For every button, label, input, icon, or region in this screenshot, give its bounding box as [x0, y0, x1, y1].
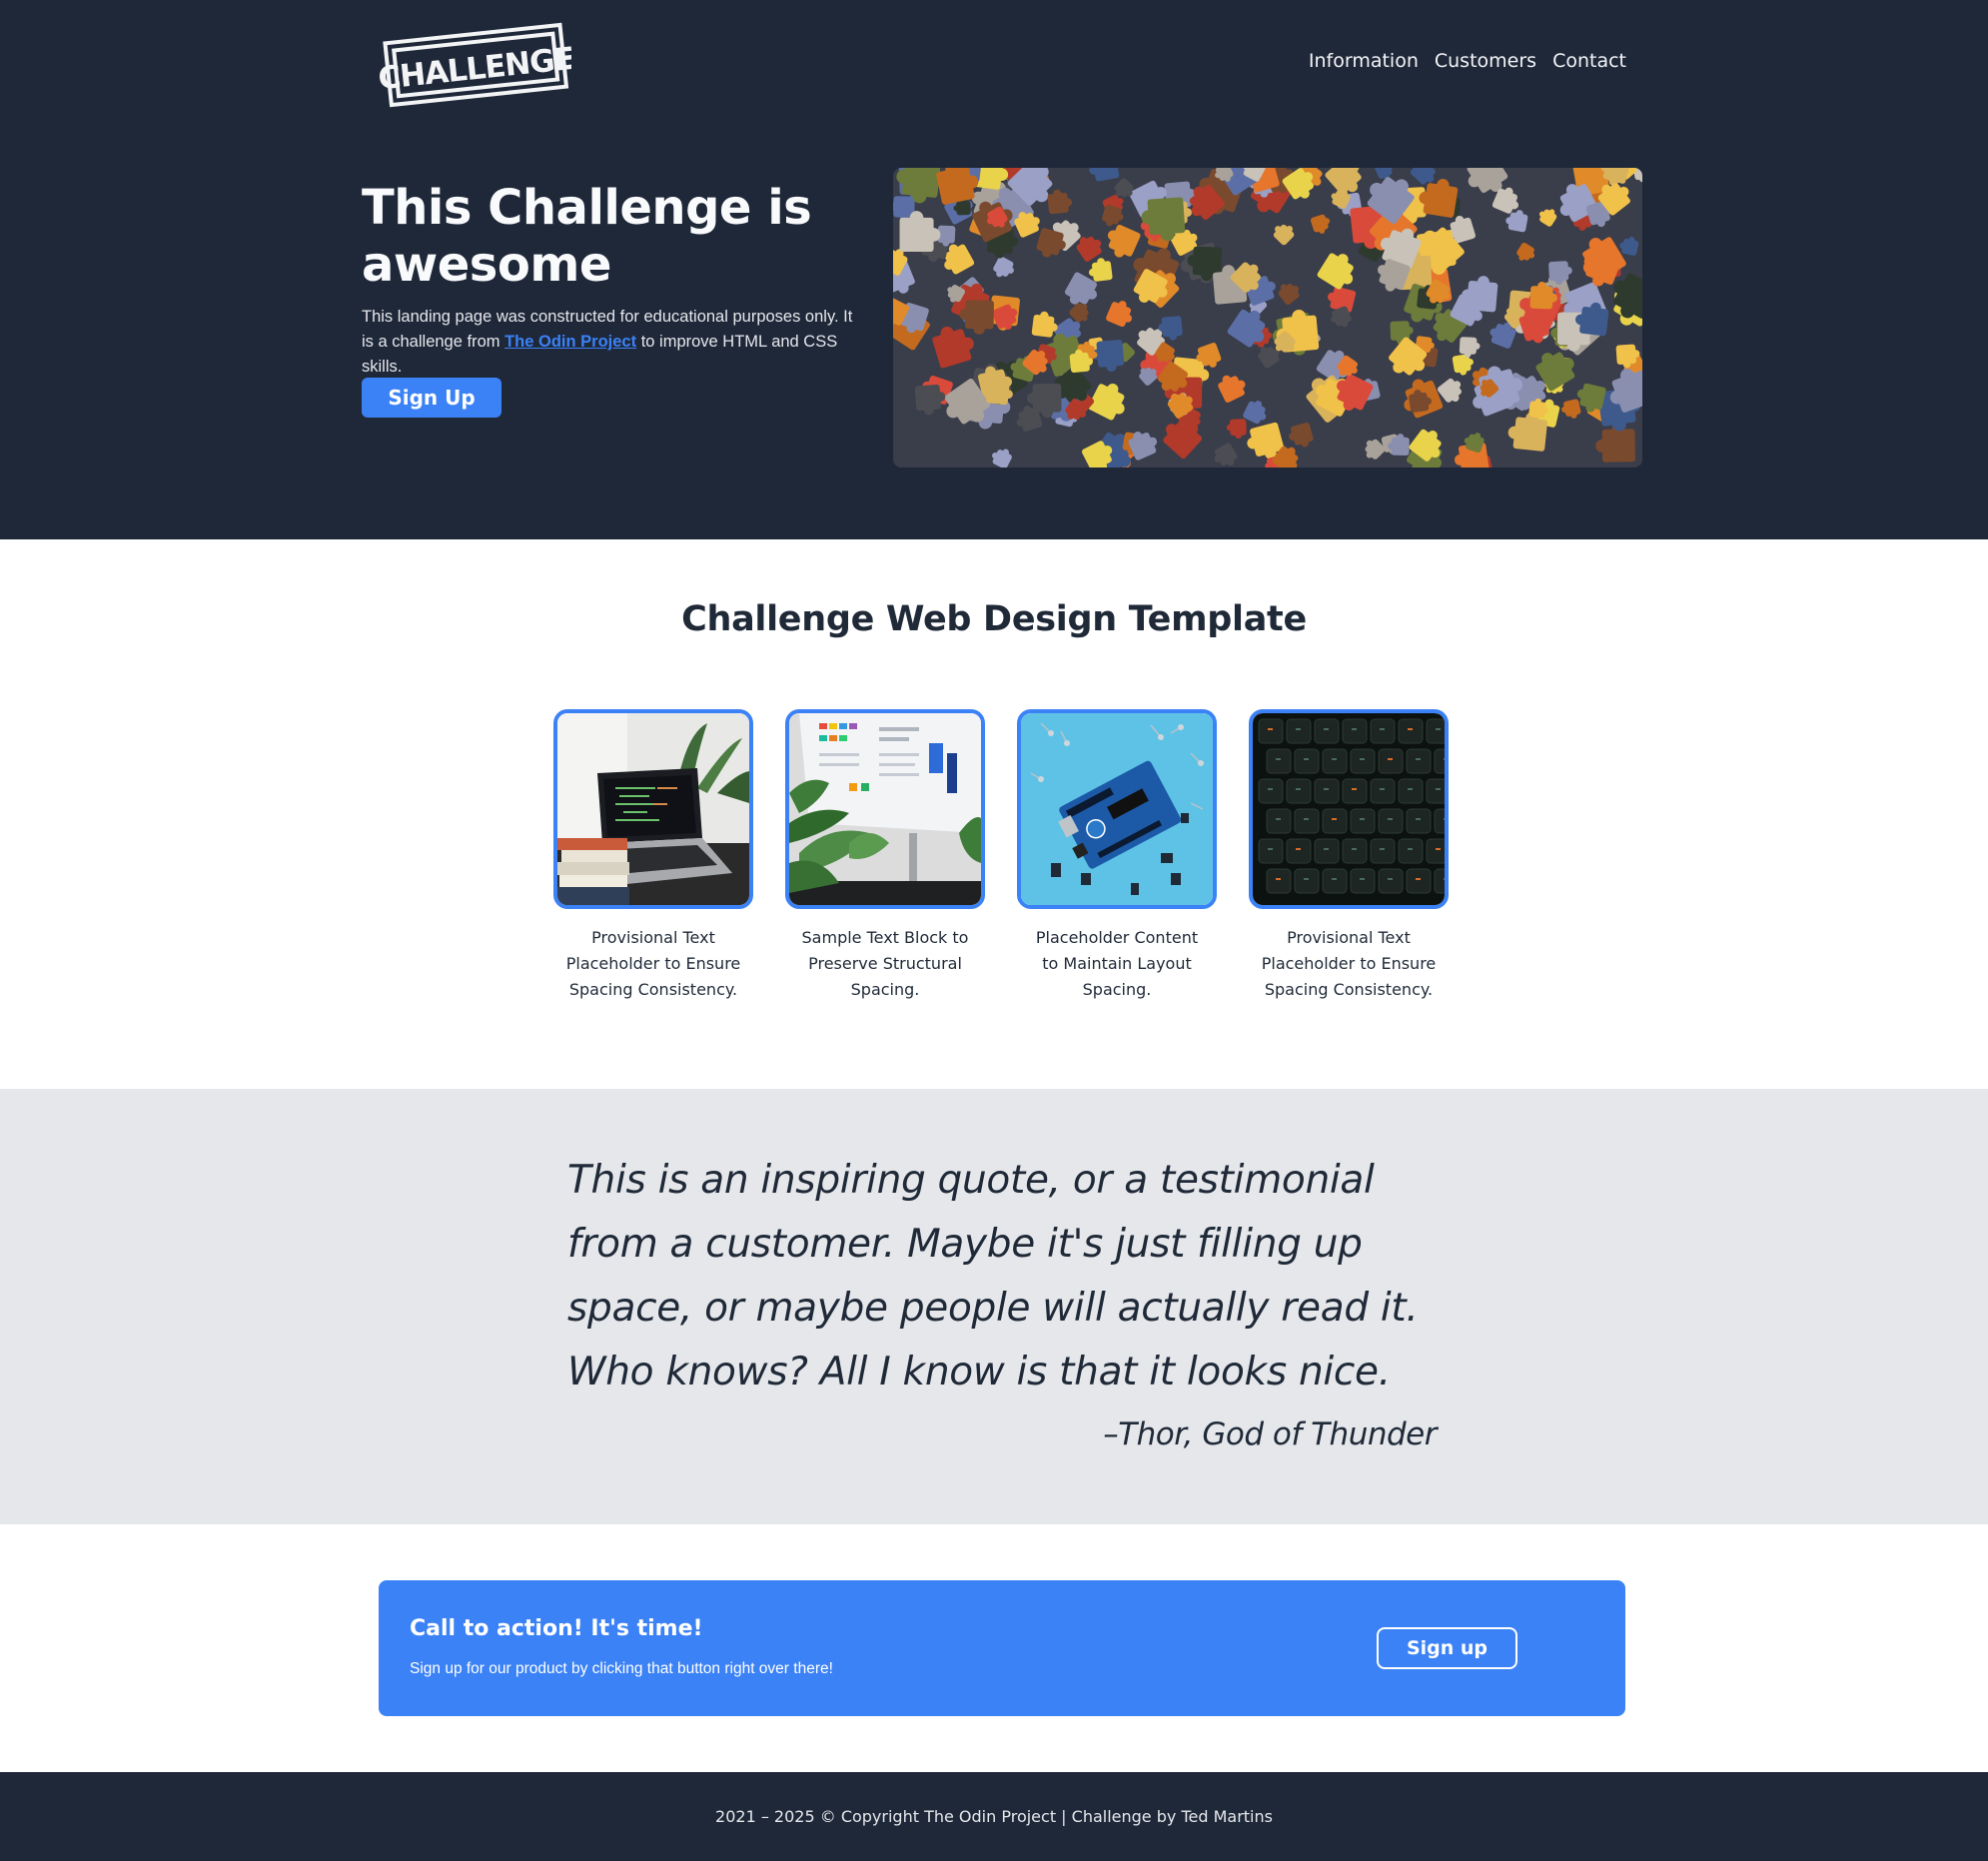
card-text: Placeholder Content to Maintain Layout S… [1035, 928, 1199, 999]
cta-title: Call to action! It's time! [410, 1616, 703, 1641]
quote-section: This is an inspiring quote, or a testimo… [0, 1089, 1988, 1524]
nav-link-contact[interactable]: Contact [1552, 50, 1626, 72]
info-card: Placeholder Content to Maintain Layout S… [1017, 709, 1217, 1003]
card-text: Provisional Text Placeholder to Ensure S… [1261, 928, 1437, 999]
call-to-action: Call to action! It's time! Sign up for o… [379, 1580, 1625, 1716]
card-text: Sample Text Block to Preserve Structural… [801, 928, 969, 999]
challenge-logo[interactable]: CHALLENGE [377, 18, 575, 108]
odin-project-link[interactable]: The Odin Project [504, 333, 636, 351]
quote-text: This is an inspiring quote, or a testimo… [567, 1158, 1419, 1395]
cta-sign-up-button[interactable]: Sign up [1377, 1627, 1517, 1669]
nav-link-customers[interactable]: Customers [1435, 50, 1536, 72]
cta-text: Sign up for our product by clicking that… [410, 1660, 833, 1677]
info-card: Provisional Text Placeholder to Ensure S… [553, 709, 753, 1003]
footer: 2021 – 2025 © Copyright The Odin Project… [0, 1772, 1988, 1861]
card-text: Provisional Text Placeholder to Ensure S… [565, 928, 741, 999]
info-card: Sample Text Block to Preserve Structural… [785, 709, 985, 1003]
info-heading: Challenge Web Design Template [681, 599, 1307, 639]
hero-sign-up-button[interactable]: Sign Up [362, 378, 501, 418]
monitor-image [785, 709, 985, 909]
laptop-image [553, 709, 753, 909]
nav-link-information[interactable]: Information [1309, 50, 1419, 72]
footer-copyright: 2021 – 2025 © Copyright The Odin Project… [715, 1807, 1273, 1826]
hero-section: CHALLENGE Information Customers Contact … [0, 0, 1988, 539]
info-cards: Provisional Text Placeholder to Ensure S… [553, 709, 1449, 1003]
hero-description: This landing page was constructed for ed… [362, 305, 861, 380]
info-card: Provisional Text Placeholder to Ensure S… [1249, 709, 1449, 1003]
hero-puzzle-image [893, 168, 1642, 467]
keyboard-image [1249, 709, 1449, 909]
main-nav: Information Customers Contact [1309, 50, 1626, 72]
arduino-image [1017, 709, 1217, 909]
hero-title: This Challenge is awesome [362, 180, 812, 293]
quote-author: –Thor, God of Thunder [1103, 1416, 1437, 1452]
